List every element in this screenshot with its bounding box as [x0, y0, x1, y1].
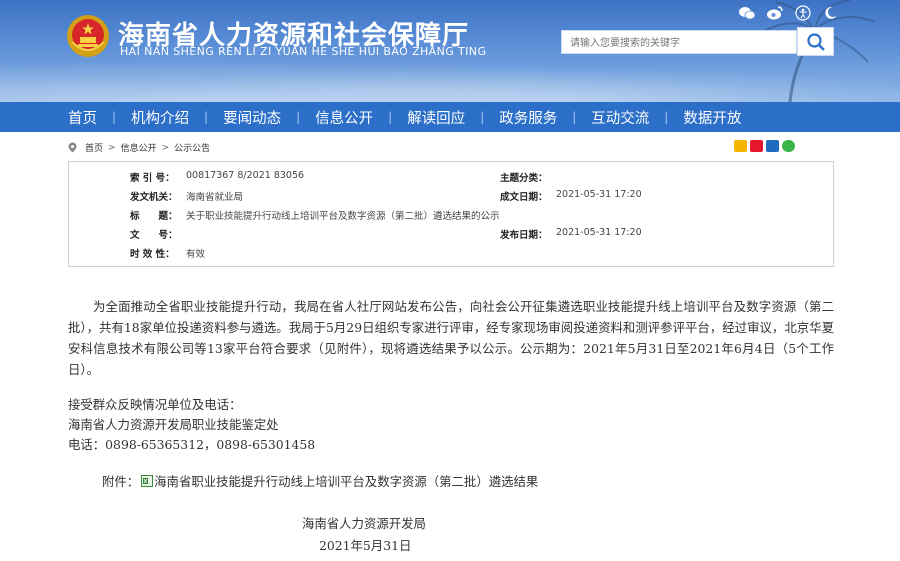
sign-date: 2021年5月31日	[319, 538, 412, 553]
nav-item-news[interactable]: 要闻动态	[223, 107, 281, 128]
main-nav: 首页 | 机构介绍 | 要闻动态 | 信息公开 | 解读回应 | 政务服务 | …	[0, 102, 900, 132]
night-mode-icon[interactable]	[822, 5, 840, 21]
search-icon	[806, 32, 825, 51]
wechat-icon[interactable]	[738, 5, 756, 21]
national-emblem-icon	[67, 15, 109, 57]
attachment-link[interactable]: 海南省职业技能提升行动线上培训平台及数字资源（第二批）遴选结果	[154, 472, 538, 490]
index-value: 00817367 8/2021 83056	[186, 170, 305, 181]
contact-phone: 电话：0898-65365312，0898-65301458	[68, 437, 316, 452]
breadcrumb-announcements[interactable]: 公示公告	[174, 141, 210, 154]
nav-item-interaction[interactable]: 互动交流	[591, 107, 649, 128]
title-value: 关于职业技能提升行动线上培训平台及数字资源（第二批）遴选结果的公示	[186, 211, 500, 222]
location-pin-icon	[68, 142, 77, 153]
validity-value: 有效	[186, 249, 206, 260]
topic-label: 主题分类：	[500, 173, 548, 184]
created-date-label: 成文日期：	[500, 192, 548, 203]
published-date-value: 2021-05-31 17:20	[556, 227, 642, 238]
breadcrumb-separator: >	[108, 142, 116, 153]
nav-item-home[interactable]: 首页	[68, 107, 97, 128]
breadcrumb-home[interactable]: 首页	[85, 141, 103, 154]
site-subtitle: HAI NAN SHENG REN LI ZI YUAN HE SHE HUI …	[120, 45, 487, 58]
nav-separator: |	[480, 110, 485, 124]
article-paragraph: 为全面推动全省职业技能提升行动，我局在省人社厅网站发布公告，向社会公开征集遴选职…	[68, 299, 834, 377]
share-renren-icon[interactable]	[766, 140, 779, 152]
index-label: 索 引 号：	[130, 173, 175, 184]
breadcrumb: 首页 > 信息公开 > 公示公告	[68, 141, 210, 154]
document-info-table: 索 引 号： 00817367 8/2021 83056 主题分类： 发文机关：…	[68, 161, 834, 267]
nav-separator: |	[572, 110, 577, 124]
doc-number-label: 文 号：	[130, 230, 178, 241]
issuer-value: 海南省就业局	[186, 192, 244, 203]
sign-organization: 海南省人力资源开发局	[302, 516, 426, 531]
search-box	[561, 30, 797, 55]
breadcrumb-separator: >	[161, 142, 170, 153]
issuer-label: 发文机关：	[130, 192, 178, 203]
accessibility-icon[interactable]	[794, 5, 812, 21]
nav-item-gov-services[interactable]: 政务服务	[499, 107, 557, 128]
site-header: 海南省人力资源和社会保障厅 HAI NAN SHENG REN LI ZI YU…	[0, 0, 900, 102]
nav-separator: |	[112, 110, 117, 124]
article-body: 为全面推动全省职业技能提升行动，我局在省人社厅网站发布公告，向社会公开征集遴选职…	[68, 296, 834, 380]
nav-item-open-data[interactable]: 数据开放	[683, 107, 741, 128]
search-button[interactable]	[797, 27, 834, 56]
contact-block: 接受群众反映情况单位及电话： 海南省人力资源开发局职业技能鉴定处 电话：0898…	[68, 395, 315, 455]
share-weibo-icon[interactable]	[750, 140, 763, 152]
nav-separator: |	[204, 110, 209, 124]
attachment-line: 附件： 海南省职业技能提升行动线上培训平台及数字资源（第二批）遴选结果	[102, 472, 538, 490]
share-qzone-icon[interactable]	[734, 140, 747, 152]
share-wechat-icon[interactable]	[782, 140, 795, 152]
nav-separator: |	[664, 110, 669, 124]
nav-item-organization[interactable]: 机构介绍	[131, 107, 189, 128]
created-date-value: 2021-05-31 17:20	[556, 189, 642, 200]
weibo-icon[interactable]	[766, 5, 784, 21]
nav-item-info-disclosure[interactable]: 信息公开	[315, 107, 373, 128]
published-date-label: 发布日期：	[500, 230, 548, 241]
spreadsheet-file-icon	[141, 475, 154, 487]
nav-item-interpretation[interactable]: 解读回应	[407, 107, 465, 128]
contact-heading: 接受群众反映情况单位及电话：	[68, 397, 242, 412]
search-input[interactable]	[562, 32, 796, 55]
nav-separator: |	[296, 110, 301, 124]
title-label: 标 题：	[130, 211, 178, 222]
attachment-label: 附件：	[102, 474, 140, 489]
share-bar	[734, 140, 795, 152]
contact-unit: 海南省人力资源开发局职业技能鉴定处	[68, 417, 279, 432]
breadcrumb-info-disclosure[interactable]: 信息公开	[121, 141, 157, 154]
signature-block: 海南省人力资源开发局 2021年5月31日	[302, 513, 426, 557]
top-icon-bar	[738, 5, 840, 21]
validity-label: 时 效 性：	[130, 249, 175, 260]
nav-separator: |	[388, 110, 393, 124]
